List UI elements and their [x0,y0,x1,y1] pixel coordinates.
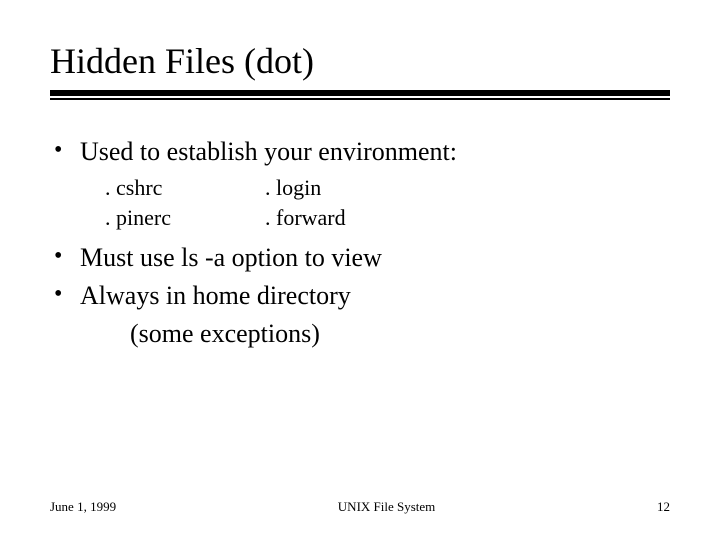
file-row: . pinerc . forward [105,203,670,233]
bullet-subtext: (some exceptions) [130,317,670,351]
bullet-text: Used to establish your environment: [80,135,457,169]
title-rule-thin [50,98,670,100]
footer-title: UNIX File System [338,499,436,515]
footer-page: 12 [657,499,670,515]
slide-footer: June 1, 1999 UNIX File System 12 [50,499,670,515]
bullet-text: Always in home directory [80,279,351,313]
file-cell: . cshrc [105,173,265,203]
slide-body: • Used to establish your environment: . … [50,135,670,351]
bullet-icon: • [50,241,80,271]
bullet-icon: • [50,279,80,309]
bullet-item: • Must use ls -a option to view [50,241,670,275]
footer-date: June 1, 1999 [50,499,116,515]
file-cell: . login [265,173,321,203]
bullet-icon: • [50,135,80,165]
bullet-item: • Always in home directory [50,279,670,313]
file-row: . cshrc . login [105,173,670,203]
file-cell: . pinerc [105,203,265,233]
bullet-text: Must use ls -a option to view [80,241,382,275]
file-cell: . forward [265,203,346,233]
slide-title: Hidden Files (dot) [50,40,670,82]
file-examples: . cshrc . login . pinerc . forward [105,173,670,233]
bullet-item: • Used to establish your environment: [50,135,670,169]
title-rule-thick [50,90,670,96]
